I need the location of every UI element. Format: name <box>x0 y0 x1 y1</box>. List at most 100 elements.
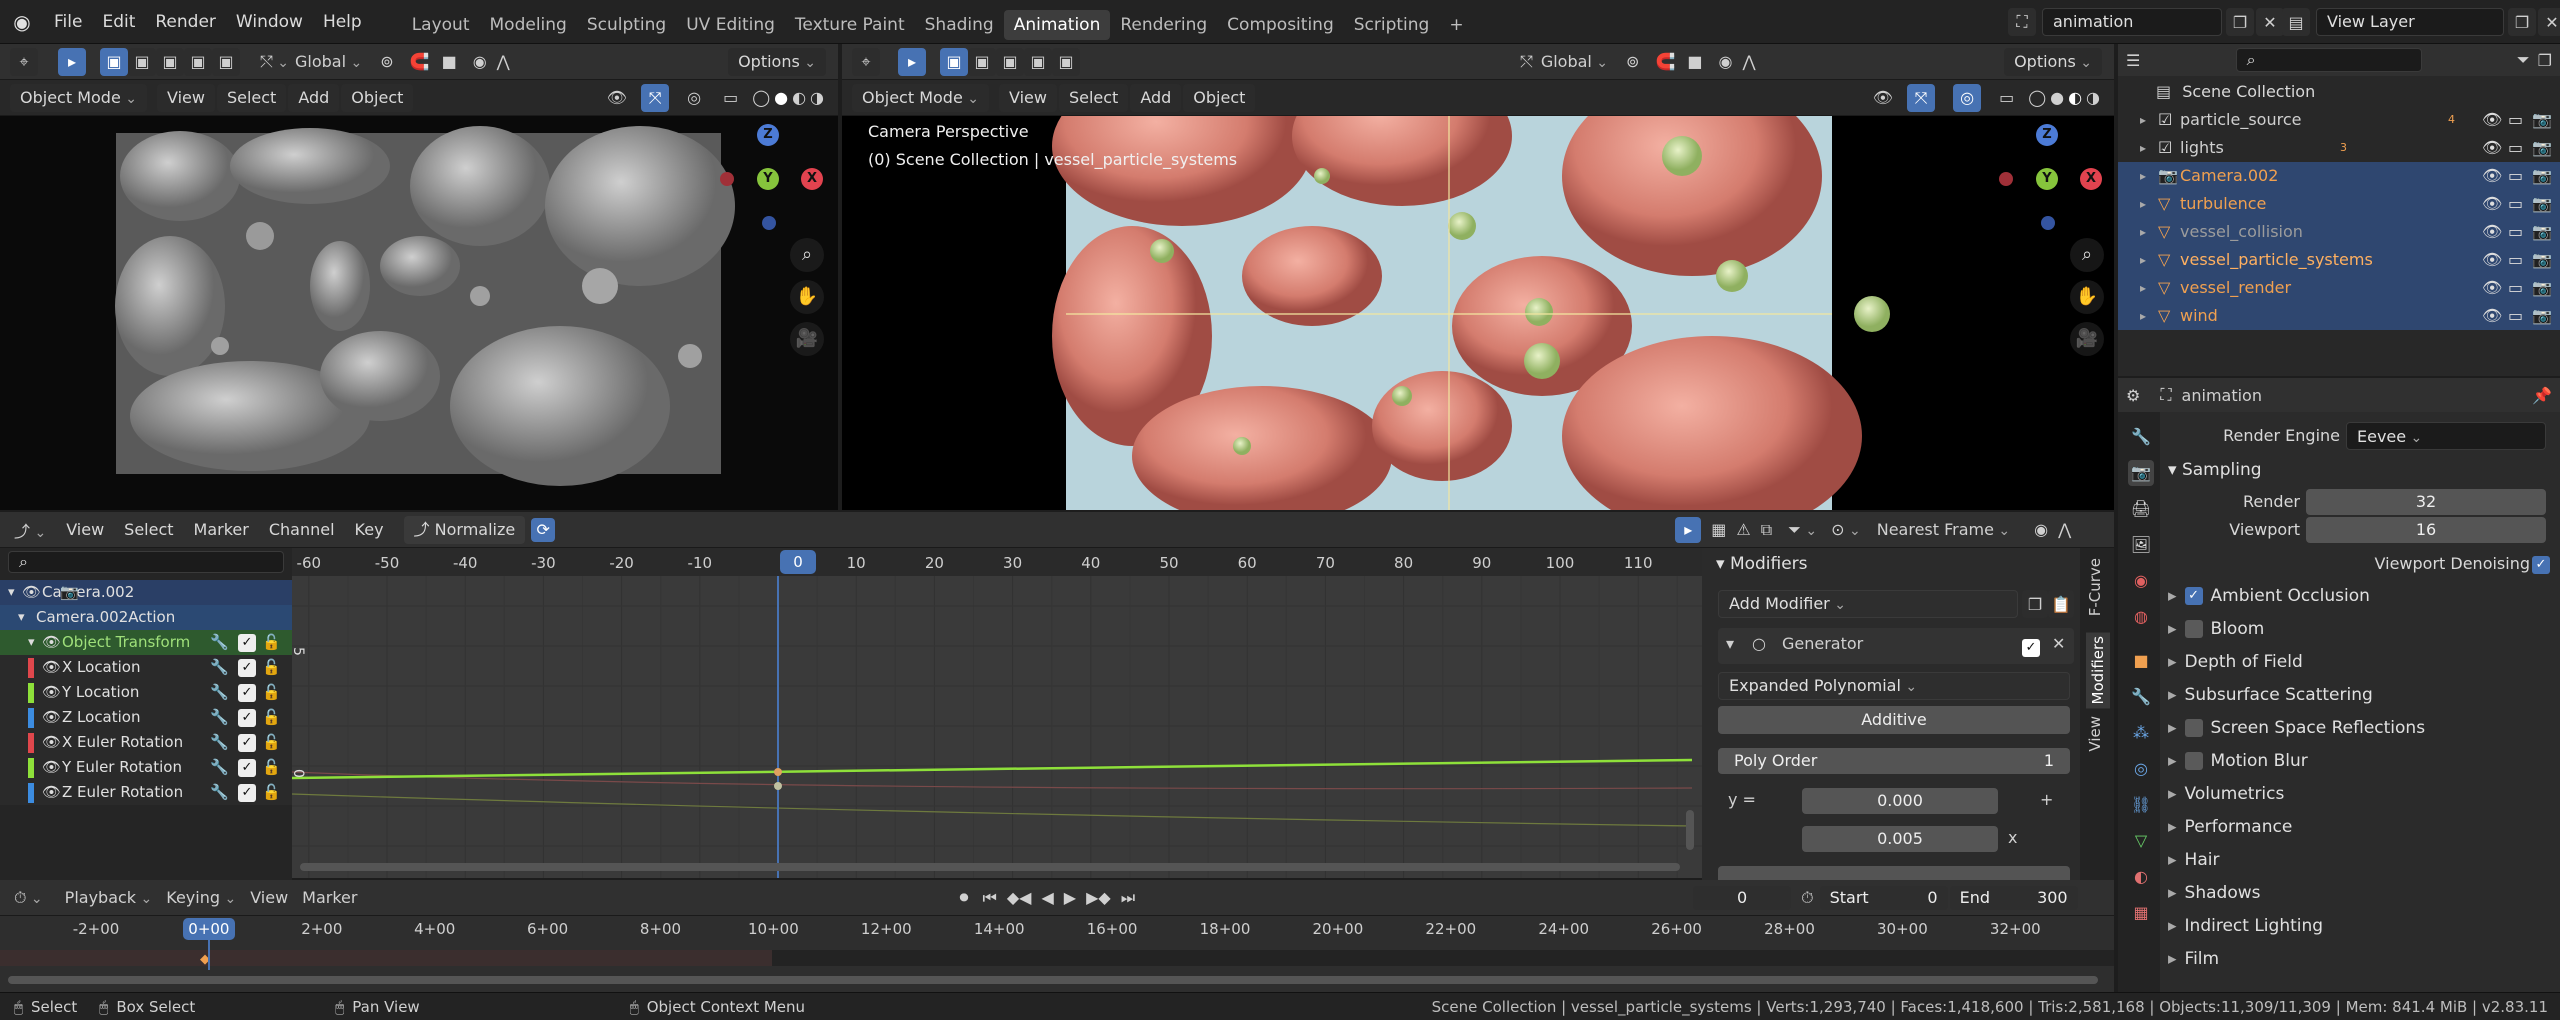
material-shading-icon[interactable]: ◐ <box>792 88 806 107</box>
eye-icon[interactable]: 👁 <box>2482 190 2502 218</box>
channel-enable-checkbox[interactable]: ✓ <box>238 734 256 752</box>
expand-arrow-icon[interactable]: ▸ <box>2140 246 2146 274</box>
properties-editor-icon[interactable]: ⚙ <box>2126 386 2140 405</box>
viewport-samples-field[interactable]: 16 <box>2306 517 2546 543</box>
eye-icon[interactable]: 👁 <box>2482 134 2502 162</box>
object-tab-icon[interactable]: ■ <box>2128 648 2154 674</box>
view-menu[interactable]: View <box>998 83 1057 112</box>
normalize-toggle[interactable]: ⤴ Normalize <box>403 515 526 544</box>
keying-menu[interactable]: Keying <box>166 888 236 907</box>
stopwatch-icon[interactable]: ⏱ <box>1801 888 1813 908</box>
channel-row[interactable]: 👁 Y Location 🔧 ✓ 🔓 <box>0 680 292 705</box>
tab-shading[interactable]: Shading <box>915 10 1004 40</box>
render-camera-icon[interactable]: 📷 <box>2532 218 2552 246</box>
gizmo-neg-x[interactable] <box>1999 172 2013 186</box>
proportional-edit-icon[interactable]: ◉ <box>1719 52 1733 71</box>
poly-order-field[interactable]: Poly Order 1 <box>1718 748 2070 774</box>
auto-normalize-icon[interactable]: ⟳ <box>531 517 556 542</box>
wireframe-shading-icon[interactable]: ◯ <box>752 88 770 107</box>
timeline-playhead[interactable] <box>207 940 210 970</box>
expand-arrow-icon[interactable]: ▸ <box>2140 302 2146 330</box>
falloff-icon[interactable]: ⋀ <box>497 52 510 71</box>
render-panel-header[interactable]: ▸ Screen Space Reflections <box>2168 714 2548 742</box>
timeline-editor-type-icon[interactable]: ⏱ <box>14 888 43 908</box>
viewport-denoising-checkbox[interactable]: ✓ <box>2532 550 2550 578</box>
timeline-view-menu[interactable]: View <box>250 888 288 907</box>
select-mode-new-icon[interactable]: ▣ <box>940 47 968 76</box>
paste-modifiers-icon[interactable]: 📋 <box>2048 590 2074 618</box>
snap-icon[interactable]: 🧲 <box>1655 52 1675 71</box>
gizmo-z-axis[interactable]: Z <box>757 124 779 146</box>
select-mode-subtract-icon[interactable]: ▣ <box>156 47 184 76</box>
select-mode-new-icon[interactable]: ▣ <box>100 47 128 76</box>
eye-icon[interactable]: 👁 <box>42 780 61 805</box>
keyframe-point[interactable] <box>774 768 782 776</box>
close-view-layer-icon[interactable]: ✕ <box>2538 8 2560 36</box>
add-modifier-dropdown[interactable]: Add Modifier <box>1718 590 2018 618</box>
lock-icon[interactable]: 🔓 <box>262 755 281 780</box>
expand-arrow-icon[interactable]: ▸ <box>2140 218 2146 246</box>
jump-end-icon[interactable]: ⏭ <box>1121 888 1135 908</box>
render-camera-icon[interactable]: 📷 <box>2532 106 2552 134</box>
rendered-shading-icon[interactable]: ◑ <box>2086 88 2100 107</box>
modifier-wrench-icon[interactable]: 🔧 <box>210 705 229 730</box>
vertical-scrollbar[interactable] <box>1686 810 1694 850</box>
timeline-scrollbar[interactable] <box>8 976 2098 984</box>
tool-tab-icon[interactable]: 🔧 <box>2128 424 2154 450</box>
eye-icon[interactable]: 👁 <box>42 680 61 705</box>
snap-target-icon[interactable]: ■ <box>442 52 457 71</box>
pin-icon[interactable]: 📌 <box>2532 386 2552 405</box>
channel-enable-checkbox[interactable]: ✓ <box>238 709 256 727</box>
monitor-icon[interactable]: ▭ <box>2508 106 2523 134</box>
editor-type-icon[interactable]: ⌖ <box>10 47 38 76</box>
modifier-tab-icon[interactable]: 🔧 <box>2128 684 2154 710</box>
camera-view-icon[interactable]: 🎥 <box>2070 322 2104 356</box>
graph-marker-menu[interactable]: Marker <box>184 516 259 544</box>
physics-tab-icon[interactable]: ◎ <box>2128 756 2154 782</box>
graph-curve-area[interactable]: -60 -50 -40 -30 -20 -10 10 20 30 40 50 60 70 80 90 100 1… <box>292 548 1702 878</box>
render-tab-icon[interactable]: 📷 <box>2128 460 2154 486</box>
gizmo-z-axis[interactable]: Z <box>2036 124 2058 146</box>
render-camera-icon[interactable]: 📷 <box>2532 274 2552 302</box>
object-mode-dropdown[interactable]: Object Mode <box>852 83 989 112</box>
output-tab-icon[interactable]: 🖨 <box>2128 496 2154 522</box>
options-dropdown[interactable]: Options <box>2004 47 2102 76</box>
wireframe-shading-icon[interactable]: ◯ <box>2028 88 2046 107</box>
graph-editor-type-icon[interactable]: ⤴ <box>14 518 46 542</box>
menu-render[interactable]: Render <box>145 0 226 44</box>
render-panel-header[interactable]: ▸ Subsurface Scattering <box>2168 681 2548 709</box>
lock-icon[interactable]: 🔓 <box>262 730 281 755</box>
select-menu[interactable]: Select <box>1058 83 1129 112</box>
transform-orientation-dropdown[interactable]: Global <box>295 52 362 71</box>
blender-logo-icon[interactable]: ◉ <box>0 10 44 34</box>
tab-modeling[interactable]: Modeling <box>480 10 577 40</box>
eye-icon[interactable]: 👁 <box>2482 274 2502 302</box>
coefficient-1-field[interactable]: 0.005 <box>1802 826 1998 852</box>
snap-mode-dropdown[interactable]: Nearest Frame <box>1877 520 2010 539</box>
falloff-icon[interactable]: ⋀ <box>2058 520 2071 539</box>
snap-icon[interactable]: 🧲 <box>410 52 430 71</box>
add-workspace-icon[interactable]: + <box>1439 10 1473 40</box>
texture-tab-icon[interactable]: ▦ <box>2128 900 2154 926</box>
render-panel-header[interactable]: ▸ ✓ Ambient Occlusion <box>2168 582 2548 610</box>
mute-icon[interactable]: ○ <box>1752 634 1766 653</box>
render-panel-header[interactable]: ▸ Motion Blur <box>2168 747 2548 775</box>
lock-icon[interactable]: 🔓 <box>262 680 281 705</box>
select-mode-extend-icon[interactable]: ▣ <box>128 47 156 76</box>
expand-arrow-icon[interactable]: ▾ <box>8 580 15 605</box>
horizontal-scrollbar[interactable] <box>300 863 1680 871</box>
tab-modifiers[interactable]: Modifiers <box>2086 632 2110 709</box>
outliner-row[interactable]: ▸ ▽ vessel_particle_systems 👁 ▭ 📷 <box>2118 246 2560 274</box>
panel-checkbox[interactable]: ✓ <box>2184 587 2203 605</box>
filter-icon[interactable]: ⏷ <box>2517 50 2530 70</box>
constraints-tab-icon[interactable]: ⛓ <box>2128 792 2154 818</box>
visibility-icon[interactable]: 👁 <box>607 88 627 107</box>
remove-modifier-icon[interactable]: ✕ <box>2052 634 2065 653</box>
pivot-icon[interactable]: ⊚ <box>380 52 393 71</box>
tab-compositing[interactable]: Compositing <box>1217 10 1344 40</box>
monitor-icon[interactable]: ▭ <box>2508 274 2523 302</box>
timeline-area[interactable]: -2+00 0+00 2+00 4+00 6+00 8+00 10+00 12+00 14+00… <box>0 916 2114 992</box>
gizmo-neg-z[interactable] <box>762 216 776 230</box>
expand-arrow-icon[interactable]: ▸ <box>2140 134 2146 162</box>
eye-icon[interactable]: 👁 <box>2482 246 2502 274</box>
